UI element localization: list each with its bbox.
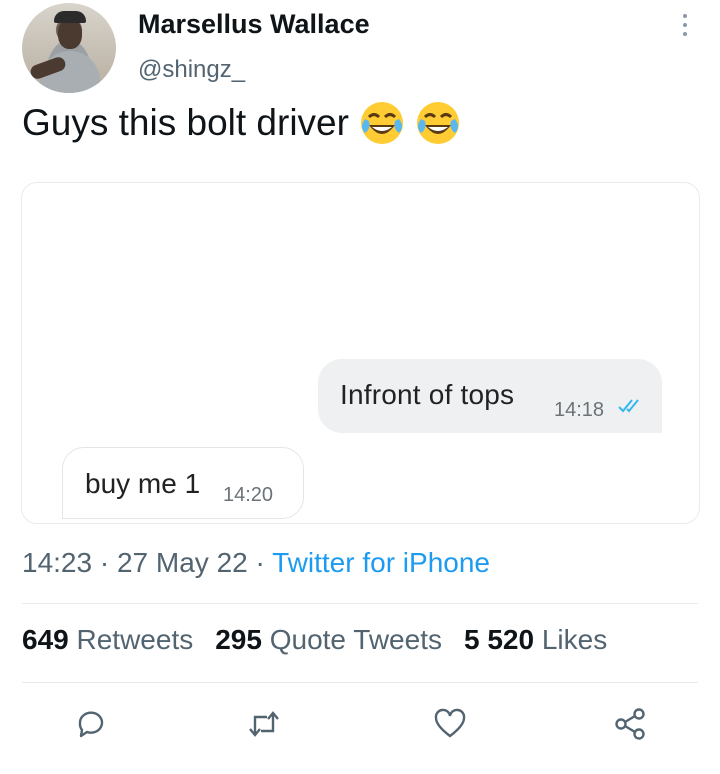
quote-tweets-label: Quote Tweets xyxy=(269,624,442,655)
double-check-icon xyxy=(618,397,644,420)
incoming-message-bubble: buy me 1 14:20 xyxy=(62,447,304,519)
author-handle[interactable]: @shingz_ xyxy=(138,56,245,84)
tweet-actions-bar xyxy=(0,700,720,750)
tweet-text-body: Guys this bolt driver xyxy=(22,102,349,143)
chat-screenshot-media[interactable]: Infront of tops 14:18 buy me 1 14:20 xyxy=(21,182,700,524)
share-icon[interactable] xyxy=(610,704,650,744)
face-with-tears-of-joy-icon xyxy=(415,100,461,146)
tweet-meta: 14:23 · 27 May 22 · Twitter for iPhone xyxy=(22,547,490,579)
retweet-icon[interactable] xyxy=(244,704,284,744)
face-with-tears-of-joy-icon xyxy=(359,100,405,146)
reply-icon[interactable] xyxy=(72,704,112,744)
outgoing-message-time: 14:18 xyxy=(554,399,605,421)
retweets-label: Retweets xyxy=(76,624,194,655)
meta-separator: · xyxy=(99,547,110,578)
incoming-message-text: buy me 1 xyxy=(85,468,201,499)
outgoing-message-text: Infront of tops xyxy=(340,379,515,410)
tweet-time[interactable]: 14:23 xyxy=(22,547,92,578)
quote-tweets-count: 295 xyxy=(215,624,262,655)
more-options-icon[interactable] xyxy=(676,14,694,40)
outgoing-message-bubble: Infront of tops 14:18 xyxy=(318,359,662,433)
retweets-count: 649 xyxy=(22,624,69,655)
meta-separator: · xyxy=(255,547,265,578)
avatar-face xyxy=(58,19,82,49)
divider xyxy=(22,682,698,683)
likes-stat[interactable]: 5 520 Likes xyxy=(464,624,607,656)
author-avatar[interactable] xyxy=(22,3,116,93)
tweet-text: Guys this bolt driver xyxy=(22,100,461,146)
retweets-stat[interactable]: 649 Retweets xyxy=(22,624,193,656)
quote-tweets-stat[interactable]: 295 Quote Tweets xyxy=(215,624,442,656)
author-display-name[interactable]: Marsellus Wallace xyxy=(138,9,370,40)
avatar-cap xyxy=(54,11,86,23)
likes-label: Likes xyxy=(541,624,608,655)
divider xyxy=(22,603,698,604)
tweet-date[interactable]: 27 May 22 xyxy=(117,547,248,578)
incoming-message-time: 14:20 xyxy=(223,484,274,506)
likes-count: 5 520 xyxy=(463,624,535,655)
tweet-source-link[interactable]: Twitter for iPhone xyxy=(272,547,490,578)
like-heart-icon[interactable] xyxy=(430,704,470,744)
tweet-stats: 649 Retweets 295 Quote Tweets 5 520 Like… xyxy=(22,624,607,656)
